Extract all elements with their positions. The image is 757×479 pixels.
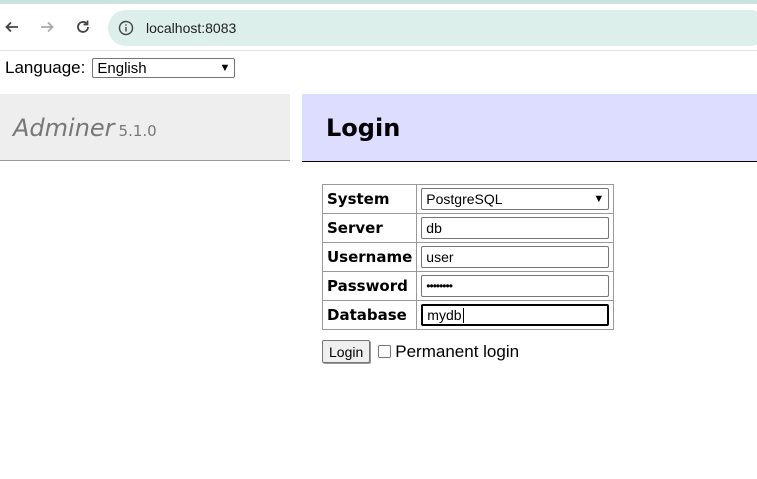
site-info-button[interactable] <box>116 18 136 38</box>
permanent-login-option[interactable]: Permanent login <box>378 342 519 362</box>
form-row-password: Password •••••••• <box>321 271 615 301</box>
database-label: Database <box>321 300 418 330</box>
form-row-server: Server db <box>321 213 615 243</box>
database-cell: mydb <box>416 300 615 330</box>
system-cell: PostgreSQL ▼ <box>416 184 615 214</box>
system-select[interactable]: PostgreSQL ▼ <box>421 188 610 210</box>
permanent-login-label[interactable]: Permanent login <box>395 342 519 362</box>
system-label: System <box>321 184 418 214</box>
reload-icon <box>77 20 89 33</box>
permanent-login-checkbox[interactable] <box>378 345 392 358</box>
chevron-down-icon: ▼ <box>219 62 231 74</box>
back-button[interactable] <box>1 16 23 38</box>
password-cell: •••••••• <box>416 271 615 301</box>
server-input[interactable]: db <box>421 217 610 239</box>
username-input[interactable]: user <box>421 246 610 268</box>
forward-arrow-icon <box>41 21 54 33</box>
forward-button[interactable] <box>36 16 58 38</box>
system-selected-value: PostgreSQL <box>426 191 503 207</box>
form-row-database: Database mydb <box>321 300 615 330</box>
login-form-table: System PostgreSQL ▼ Server db Username u… <box>321 184 615 330</box>
reload-button[interactable] <box>72 16 94 38</box>
content-header: Login <box>302 94 757 162</box>
database-value: mydb <box>427 307 462 323</box>
server-label: Server <box>321 213 418 243</box>
language-label: Language: <box>5 58 86 77</box>
database-input[interactable]: mydb <box>421 304 610 326</box>
submit-row: Login Permanent login <box>322 340 519 363</box>
form-row-system: System PostgreSQL ▼ <box>321 184 615 214</box>
password-input[interactable]: •••••••• <box>421 275 610 297</box>
chevron-down-icon: ▼ <box>593 193 605 205</box>
language-row: Language: English ▼ <box>5 58 236 78</box>
password-label: Password <box>321 271 418 301</box>
server-cell: db <box>416 213 615 243</box>
app-name[interactable]: Adminer <box>13 114 115 142</box>
app-version[interactable]: 5.1.0 <box>119 122 157 140</box>
language-select[interactable]: English ▼ <box>92 58 236 78</box>
login-button[interactable]: Login <box>322 340 371 363</box>
app-title[interactable]: Adminer 5.1.0 <box>13 114 157 142</box>
username-value: user <box>426 249 454 265</box>
browser-toolbar: localhost:8083 <box>0 0 757 51</box>
username-label: Username <box>321 242 418 272</box>
form-row-username: Username user <box>321 242 615 272</box>
text-caret <box>462 307 464 323</box>
back-arrow-icon <box>5 21 18 33</box>
url-text: localhost:8083 <box>146 20 237 36</box>
address-bar[interactable]: localhost:8083 <box>108 10 757 46</box>
page-title: Login <box>326 114 401 142</box>
language-selected-value: English <box>97 59 147 77</box>
menu-header: Adminer 5.1.0 <box>0 94 290 161</box>
username-cell: user <box>416 242 615 272</box>
toolbar-divider <box>0 50 757 51</box>
password-value: •••••••• <box>426 279 453 293</box>
server-value: db <box>426 220 442 236</box>
info-icon <box>118 20 134 36</box>
